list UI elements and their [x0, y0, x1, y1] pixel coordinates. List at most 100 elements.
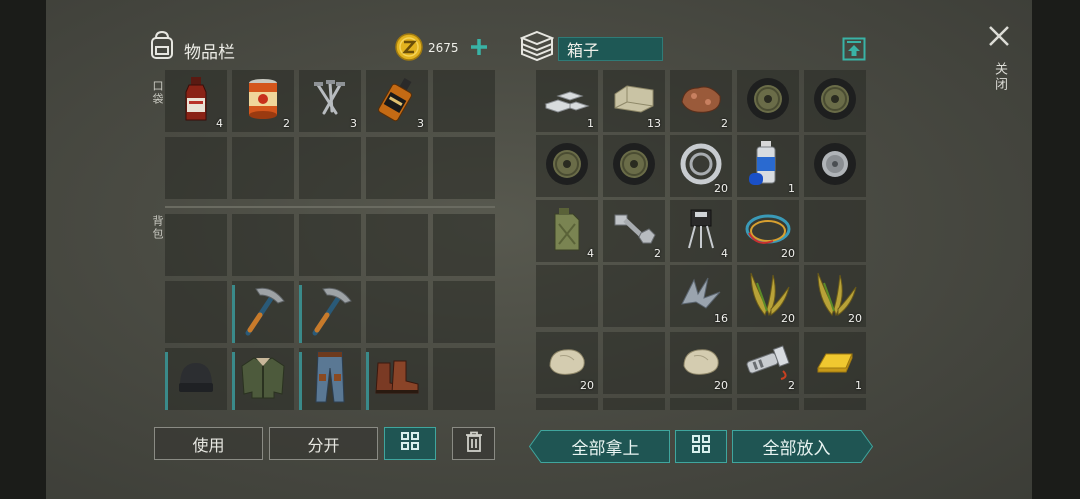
chest-slot[interactable]: [737, 398, 799, 410]
chest-slot[interactable]: 20: [804, 265, 866, 327]
pocket-slot[interactable]: 3: [299, 70, 361, 132]
item-quantity: 2: [283, 117, 290, 130]
left-bezel: [0, 0, 46, 499]
chest-slot[interactable]: 2: [670, 70, 732, 132]
stone-icon: [680, 344, 722, 382]
split-button[interactable]: 分开: [269, 427, 378, 460]
pocket-slot[interactable]: 2: [232, 70, 294, 132]
item-quantity: 1: [855, 379, 862, 392]
chest-slot[interactable]: [603, 398, 665, 410]
equipped-indicator: [299, 285, 302, 343]
backpack-slot[interactable]: [232, 214, 294, 276]
chest-slot[interactable]: 16: [670, 265, 732, 327]
trash-button[interactable]: [452, 427, 495, 460]
bomber-jacket-icon: [238, 354, 288, 404]
chest-slot[interactable]: [603, 265, 665, 327]
item-quantity: 2: [721, 117, 728, 130]
pickaxe-icon: [305, 283, 355, 341]
chest-slot[interactable]: 1: [536, 70, 598, 132]
chest-slot[interactable]: [603, 135, 665, 197]
sort-inventory-button[interactable]: [384, 427, 436, 460]
backpack-icon: [147, 30, 177, 60]
grid-sort-icon: [400, 431, 420, 456]
equipment-slot[interactable]: [299, 348, 361, 410]
backpack-slot[interactable]: [433, 281, 495, 343]
put-all-button[interactable]: 全部放入: [732, 430, 873, 463]
chest-slot[interactable]: [670, 398, 732, 410]
spray-paint-icon: [745, 139, 791, 193]
chest-slot[interactable]: [536, 135, 598, 197]
chest-slot[interactable]: 4: [536, 200, 598, 262]
backpack-slot[interactable]: [433, 214, 495, 276]
chest-slot[interactable]: 4: [670, 200, 732, 262]
tool-slot[interactable]: [232, 281, 294, 343]
equipped-indicator: [165, 352, 168, 410]
chest-title[interactable]: 箱子: [558, 37, 663, 61]
pocket-slot[interactable]: [433, 137, 495, 199]
take-all-button[interactable]: 全部拿上: [529, 430, 670, 463]
chest-slot[interactable]: [804, 200, 866, 262]
chest-slot[interactable]: [804, 398, 866, 410]
pocket-slot[interactable]: [366, 137, 428, 199]
pocket-slot[interactable]: [299, 137, 361, 199]
chest-slot[interactable]: [603, 332, 665, 394]
pocket-slot[interactable]: 3: [366, 70, 428, 132]
canned-food-icon: [246, 78, 280, 124]
grid-sort-icon: [691, 434, 711, 459]
use-button[interactable]: 使用: [154, 427, 263, 460]
pocket-slot[interactable]: [232, 137, 294, 199]
chest-slot[interactable]: [804, 70, 866, 132]
pocket-slot[interactable]: [165, 137, 227, 199]
chest-slot[interactable]: 2: [603, 200, 665, 262]
item-quantity: 2: [654, 247, 661, 260]
chest-slot[interactable]: [536, 398, 598, 410]
close-label[interactable]: 关闭: [990, 62, 1009, 92]
sort-chest-button[interactable]: [675, 430, 727, 463]
tire-icon: [745, 76, 791, 126]
chest-slot[interactable]: 1: [737, 135, 799, 197]
chest-slot[interactable]: [536, 265, 598, 327]
pocket-slot[interactable]: 4: [165, 70, 227, 132]
flashlight-icon: [743, 341, 793, 385]
pocket-slot[interactable]: [433, 70, 495, 132]
chest-slot[interactable]: 20: [536, 332, 598, 394]
chest-slot[interactable]: 13: [603, 70, 665, 132]
backpack-slot[interactable]: [165, 281, 227, 343]
chest-slot[interactable]: 2: [737, 332, 799, 394]
backpack-slot[interactable]: [299, 214, 361, 276]
chest-slot[interactable]: 20: [737, 200, 799, 262]
chest-slot[interactable]: 20: [670, 135, 732, 197]
add-currency-button[interactable]: [469, 37, 489, 57]
copper-ore-icon: [678, 82, 724, 120]
item-quantity: 3: [350, 117, 357, 130]
equipment-slot[interactable]: [165, 348, 227, 410]
chest-slot[interactable]: [804, 135, 866, 197]
item-quantity: 20: [848, 312, 862, 325]
chest-slot[interactable]: 20: [737, 265, 799, 327]
item-quantity: 20: [714, 379, 728, 392]
take-all-label: 全部拿上: [571, 439, 640, 459]
tool-slot[interactable]: [299, 281, 361, 343]
item-quantity: 20: [781, 247, 795, 260]
currency-amount: 2675: [428, 41, 459, 55]
hot-sauce-bottle-icon: [179, 76, 213, 126]
equipment-slot[interactable]: [366, 348, 428, 410]
chest-slot[interactable]: 20: [670, 332, 732, 394]
backpack-slot[interactable]: [165, 214, 227, 276]
leather-boots-icon: [372, 357, 422, 401]
backpack-slot[interactable]: [433, 348, 495, 410]
equipped-indicator: [299, 352, 302, 410]
chest-slot[interactable]: [737, 70, 799, 132]
limestone-icon: [611, 82, 657, 120]
backpack-slot[interactable]: [366, 281, 428, 343]
close-button[interactable]: [988, 25, 1010, 47]
chest-upgrade-button[interactable]: [842, 37, 866, 61]
trash-icon: [465, 431, 483, 457]
chest-slot[interactable]: 1: [804, 332, 866, 394]
equipment-slot[interactable]: [232, 348, 294, 410]
put-all-label: 全部放入: [762, 439, 831, 459]
backpack-slot[interactable]: [366, 214, 428, 276]
coin-icon: [395, 33, 423, 61]
item-quantity: 4: [216, 117, 223, 130]
item-quantity: 3: [417, 117, 424, 130]
